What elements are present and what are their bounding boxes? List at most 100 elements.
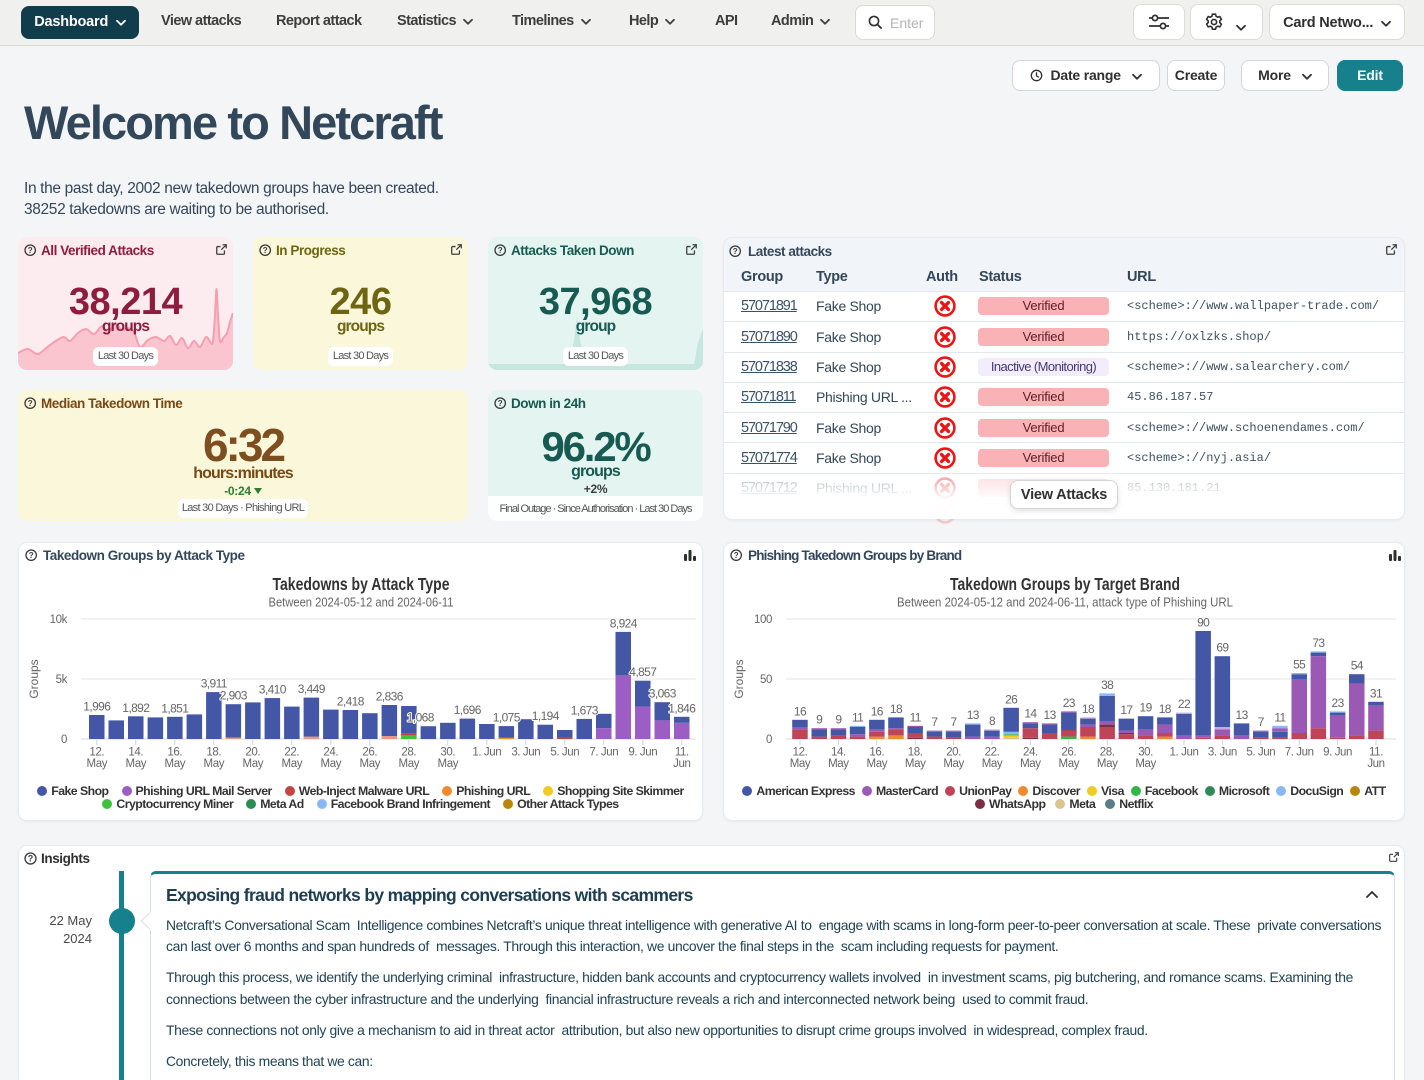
svg-text:16.: 16. [167, 747, 182, 759]
svg-text:Between 2024-05-12 and 2024-06: Between 2024-05-12 and 2024-06-11, attac… [897, 596, 1233, 610]
svg-text:5. Jun: 5. Jun [550, 747, 579, 759]
svg-text:11: 11 [910, 710, 922, 724]
svg-text:10k: 10k [50, 614, 68, 626]
svg-text:14.: 14. [831, 747, 846, 759]
svg-text:Takedown Groups by Target Bran: Takedown Groups by Target Brand [950, 574, 1180, 594]
svg-text:2,836: 2,836 [376, 690, 404, 704]
svg-text:Takedowns by Attack Type: Takedowns by Attack Type [273, 574, 450, 594]
svg-text:22.: 22. [284, 747, 299, 759]
svg-text:73: 73 [1312, 636, 1325, 650]
svg-text:50: 50 [760, 674, 772, 686]
svg-text:2,903: 2,903 [220, 689, 248, 703]
svg-text:18: 18 [1082, 702, 1095, 716]
svg-text:18.: 18. [206, 747, 221, 759]
svg-text:3,410: 3,410 [259, 683, 287, 697]
svg-text:11: 11 [852, 710, 864, 724]
svg-text:8: 8 [989, 714, 996, 728]
svg-text:14: 14 [1024, 707, 1037, 721]
svg-text:12.: 12. [89, 747, 104, 759]
svg-text:38: 38 [1101, 678, 1114, 692]
svg-text:13: 13 [1236, 708, 1249, 722]
svg-text:7: 7 [931, 715, 938, 729]
svg-text:May: May [243, 758, 264, 770]
svg-text:28.: 28. [401, 747, 416, 759]
svg-text:1,673: 1,673 [571, 703, 599, 717]
svg-text:55: 55 [1293, 658, 1306, 672]
svg-text:Jun: Jun [673, 758, 690, 770]
svg-text:May: May [321, 758, 342, 770]
svg-text:May: May [399, 758, 420, 770]
svg-text:May: May [438, 758, 459, 770]
svg-text:26.: 26. [1061, 747, 1076, 759]
svg-text:16.: 16. [869, 747, 884, 759]
svg-text:May: May [1097, 758, 1118, 770]
svg-text:May: May [1020, 758, 1041, 770]
svg-text:1,068: 1,068 [407, 711, 435, 725]
svg-text:2,418: 2,418 [337, 695, 365, 709]
svg-text:May: May [982, 758, 1003, 770]
svg-text:Groups: Groups [732, 659, 746, 698]
svg-text:May: May [790, 758, 811, 770]
svg-text:31: 31 [1370, 686, 1383, 700]
svg-text:1,892: 1,892 [122, 701, 150, 715]
svg-text:5k: 5k [56, 674, 68, 686]
svg-text:12.: 12. [793, 747, 808, 759]
svg-text:May: May [1059, 758, 1080, 770]
svg-text:9. Jun: 9. Jun [1323, 747, 1352, 759]
svg-text:26: 26 [1005, 692, 1018, 706]
svg-text:22.: 22. [985, 747, 1000, 759]
svg-text:Between 2024-05-12 and 2024-06: Between 2024-05-12 and 2024-06-11 [269, 596, 454, 610]
svg-text:?: ? [29, 551, 34, 560]
svg-text:0: 0 [766, 734, 772, 746]
svg-text:11: 11 [1274, 710, 1286, 724]
svg-text:3,449: 3,449 [298, 682, 326, 696]
svg-text:?: ? [734, 551, 739, 560]
svg-text:24.: 24. [1023, 747, 1038, 759]
svg-text:May: May [867, 758, 888, 770]
svg-text:May: May [905, 758, 926, 770]
svg-text:18: 18 [890, 702, 903, 716]
svg-text:100: 100 [754, 614, 772, 626]
svg-text:11.: 11. [1369, 747, 1383, 759]
svg-text:20.: 20. [946, 747, 961, 759]
svg-text:18.: 18. [908, 747, 923, 759]
svg-text:23: 23 [1063, 696, 1076, 710]
svg-text:1,996: 1,996 [83, 700, 111, 714]
svg-text:May: May [282, 758, 303, 770]
svg-text:1. Jun: 1. Jun [1170, 747, 1199, 759]
svg-text:30.: 30. [440, 747, 455, 759]
svg-text:7: 7 [951, 715, 958, 729]
svg-text:May: May [204, 758, 225, 770]
svg-text:14.: 14. [128, 747, 143, 759]
svg-text:3. Jun: 3. Jun [1208, 747, 1237, 759]
svg-text:?: ? [27, 853, 33, 863]
svg-text:9: 9 [835, 713, 842, 727]
svg-text:69: 69 [1216, 641, 1229, 655]
svg-text:May: May [828, 758, 849, 770]
svg-text:7: 7 [1258, 715, 1265, 729]
svg-text:1,851: 1,851 [161, 701, 189, 715]
svg-text:11.: 11. [675, 747, 689, 759]
svg-text:Groups: Groups [27, 659, 41, 698]
svg-text:13: 13 [1044, 708, 1057, 722]
svg-text:1,696: 1,696 [454, 703, 482, 717]
svg-text:22: 22 [1178, 697, 1191, 711]
svg-text:0: 0 [61, 734, 67, 746]
svg-text:7. Jun: 7. Jun [589, 747, 618, 759]
svg-text:May: May [943, 758, 964, 770]
svg-text:20.: 20. [245, 747, 260, 759]
svg-text:9: 9 [816, 713, 823, 727]
svg-text:May: May [87, 758, 108, 770]
svg-text:May: May [126, 758, 147, 770]
svg-text:5. Jun: 5. Jun [1246, 747, 1275, 759]
svg-text:4,857: 4,857 [629, 665, 657, 679]
svg-text:7. Jun: 7. Jun [1285, 747, 1314, 759]
svg-text:23: 23 [1332, 696, 1345, 710]
svg-text:30.: 30. [1138, 747, 1153, 759]
svg-text:1,194: 1,194 [532, 709, 560, 723]
svg-text:18: 18 [1159, 702, 1172, 716]
svg-text:Jun: Jun [1367, 758, 1384, 770]
svg-text:May: May [165, 758, 186, 770]
svg-text:1,846: 1,846 [668, 701, 696, 715]
svg-text:3. Jun: 3. Jun [511, 747, 540, 759]
